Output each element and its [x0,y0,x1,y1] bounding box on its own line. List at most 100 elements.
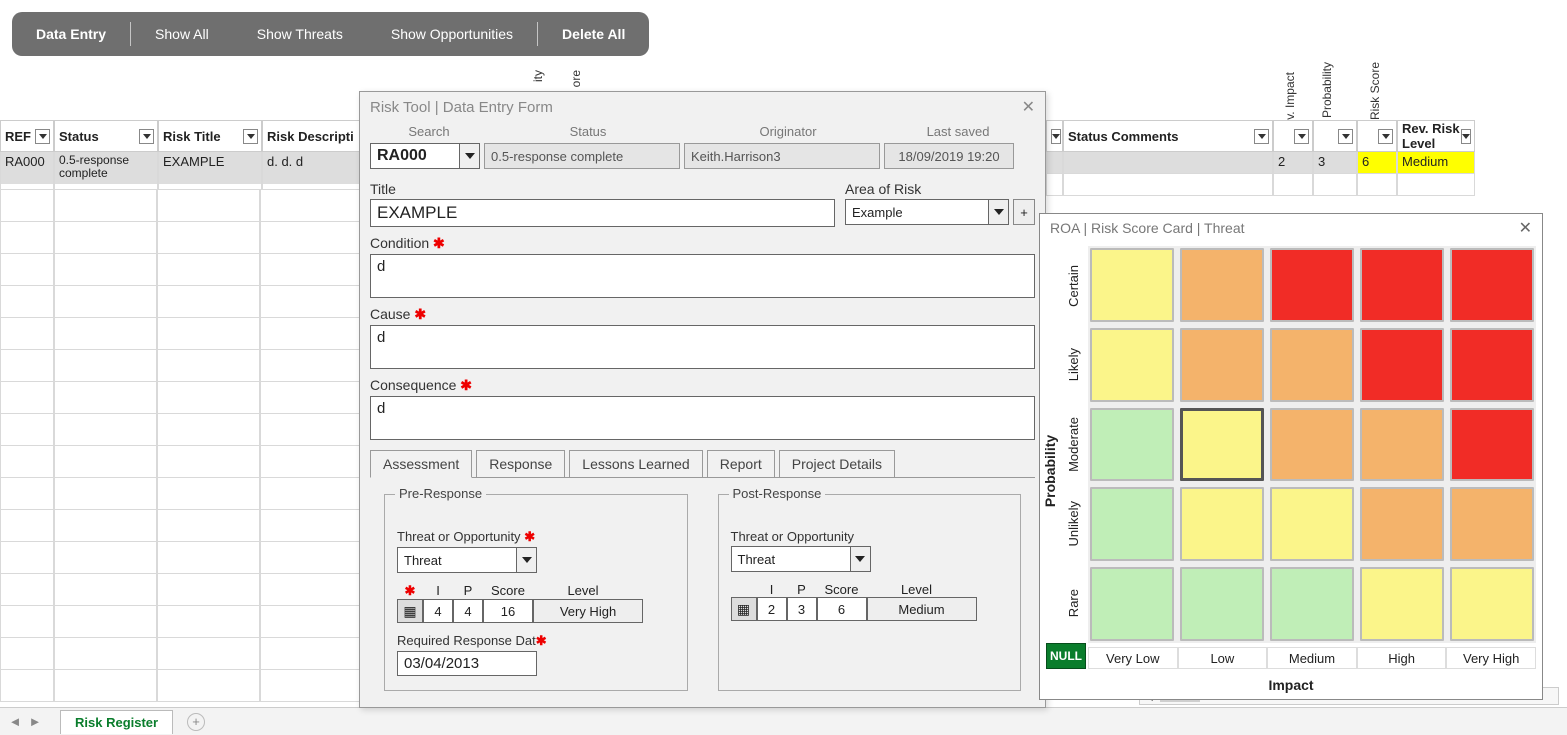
score-header: Score [483,583,533,599]
cell-risk-desc[interactable]: d. d. d [262,152,362,190]
col-status[interactable]: Status [54,120,158,152]
cell-risk-title[interactable]: EXAMPLE [158,152,262,190]
table-row[interactable]: RA000 0.5-response complete EXAMPLE d. d… [0,152,362,184]
search-label: Search [370,124,488,139]
required-mark: ✱ [397,583,423,599]
chevron-down-icon[interactable] [989,199,1009,225]
risk-matrix[interactable] [1088,246,1536,643]
post-response-legend: Post-Response [729,486,826,501]
search-combo[interactable]: RA000 [370,143,480,169]
sheet-body-right: 2 3 6 Medium [1046,152,1475,174]
last-saved-label: Last saved [888,124,1028,139]
pre-response-group: Pre-Response Threat or Opportunity ✱ Thr… [384,494,688,691]
p-header: P [787,582,817,597]
modal-tabs: Assessment Response Lessons Learned Repo… [370,450,1035,478]
post-i-value: 2 [757,597,787,621]
threat-opportunity-label: Threat or Opportunity [731,529,1009,544]
required-mark: ✱ [460,377,472,393]
partial-header: ore [569,70,583,87]
show-opportunities-button[interactable]: Show Opportunities [367,12,537,56]
last-saved-readonly: 18/09/2019 19:20 [884,143,1014,169]
pre-score-value: 16 [483,599,533,623]
pre-response-legend: Pre-Response [395,486,486,501]
status-readonly: 0.5-response complete [484,143,680,169]
col-status-comments[interactable]: Status Comments [1063,120,1273,152]
sheet-tab-risk-register[interactable]: Risk Register [60,710,173,734]
modal-title: Risk Tool | Data Entry Form [370,99,553,116]
i-header: I [423,583,453,599]
cause-input[interactable]: d [370,325,1035,369]
title-input[interactable]: EXAMPLE [370,199,835,227]
tab-report[interactable]: Report [707,450,775,478]
consequence-input[interactable]: d [370,396,1035,440]
calendar-icon[interactable]: ▦ [397,599,423,623]
status-label: Status [488,124,688,139]
condition-input[interactable]: d [370,254,1035,298]
empty-rows-left [0,190,359,702]
area-of-risk-combo[interactable]: Example [845,199,1009,225]
table-row[interactable]: 2 3 6 Medium [1046,152,1475,174]
impact-axis-label: Impact [1040,677,1542,693]
col-ref[interactable]: REF [0,120,54,152]
cell[interactable] [1046,152,1063,174]
close-icon[interactable]: ✕ [1022,97,1035,117]
tab-assessment[interactable]: Assessment [370,450,472,478]
probability-tick-labels: Certain Likely Moderate Unlikely Rare [1060,246,1086,643]
add-sheet-button[interactable]: + [187,713,205,731]
null-button[interactable]: NULL [1046,643,1086,669]
tab-response[interactable]: Response [476,450,565,478]
pre-p-value: 4 [453,599,483,623]
delete-all-button[interactable]: Delete All [538,12,649,56]
col-rev-probability[interactable] [1313,120,1357,152]
col-risk-description[interactable]: Risk Descripti [262,120,362,152]
show-all-button[interactable]: Show All [131,12,233,56]
cell-rev-impact[interactable]: 2 [1273,152,1313,174]
p-header: P [453,583,483,599]
calendar-icon[interactable]: ▦ [731,597,757,621]
impact-tick-labels: Very Low Low Medium High Very High [1088,647,1536,669]
cell-rev-score[interactable]: 6 [1357,152,1397,174]
col-rev-risk-score[interactable] [1357,120,1397,152]
sheet-nav[interactable]: ◄► [6,714,44,729]
close-icon[interactable]: ✕ [1519,218,1532,238]
sheet-header-row: REF Status Risk Title Risk Descripti [0,120,362,152]
search-input[interactable]: RA000 [370,143,460,169]
col-rev-risk-level[interactable]: Rev. Risk Level [1397,120,1475,152]
required-mark: ✱ [524,529,535,544]
threat-opportunity-label: Threat or Opportunity [397,529,521,544]
pre-threat-value[interactable]: Threat [397,547,517,573]
required-response-date-input[interactable]: 03/04/2013 [397,651,537,676]
level-header: Level [867,582,967,597]
post-level-value: Medium [867,597,977,621]
required-mark: ✱ [536,633,547,648]
tab-project-details[interactable]: Project Details [779,450,895,478]
selected-cell[interactable] [1180,408,1264,482]
chevron-down-icon[interactable] [517,547,537,573]
cell-rev-prob[interactable]: 3 [1313,152,1357,174]
pre-i-value: 4 [423,599,453,623]
pre-level-value: Very High [533,599,643,623]
col-rev-impact[interactable] [1273,120,1313,152]
cell-rev-level[interactable]: Medium [1397,152,1475,174]
sheet-tab-bar: ◄► Risk Register + [0,707,1567,735]
post-threat-combo[interactable]: Threat [731,546,871,572]
post-response-group: Post-Response Threat or Opportunity Thre… [718,494,1022,691]
data-entry-button[interactable]: Data Entry [12,12,130,56]
add-area-button[interactable]: + [1013,199,1035,225]
post-threat-value[interactable]: Threat [731,546,851,572]
area-of-risk-value[interactable]: Example [845,199,989,225]
show-threats-button[interactable]: Show Threats [233,12,367,56]
pre-threat-combo[interactable]: Threat [397,547,537,573]
col-risk-title[interactable]: Risk Title [158,120,262,152]
tab-lessons-learned[interactable]: Lessons Learned [569,450,702,478]
col-small[interactable] [1046,120,1063,152]
i-header: I [757,582,787,597]
assessment-panel: Pre-Response Threat or Opportunity ✱ Thr… [360,478,1045,707]
empty-rows-right [1046,174,1475,196]
chevron-down-icon[interactable] [460,143,480,169]
chevron-down-icon[interactable] [851,546,871,572]
cell-status[interactable]: 0.5-response complete [54,152,158,190]
cause-label: Cause [370,306,410,322]
cell-ref[interactable]: RA000 [0,152,54,190]
cell-status-comments[interactable] [1063,152,1273,174]
